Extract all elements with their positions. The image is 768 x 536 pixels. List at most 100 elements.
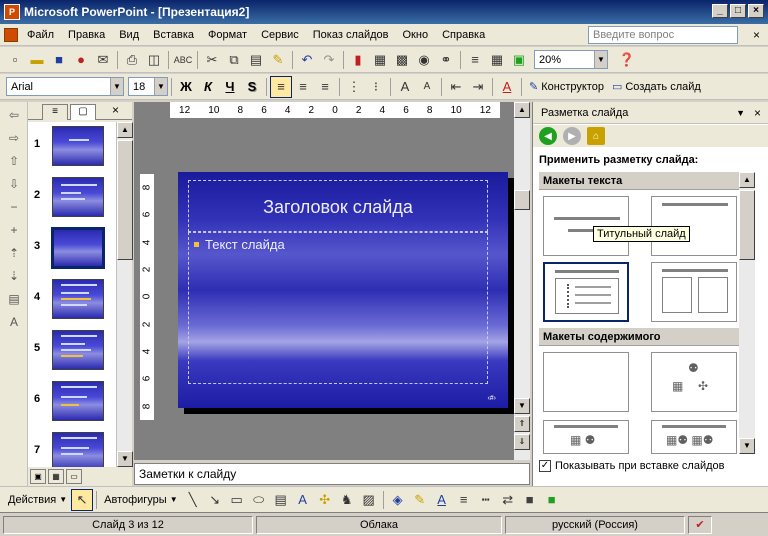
redo-icon[interactable]: ↷ — [318, 49, 340, 71]
shadow-button[interactable]: S — [241, 76, 263, 98]
layout-two-content[interactable]: ▦⚉ ▦⚉ — [651, 420, 737, 454]
undo-icon[interactable]: ↶ — [296, 49, 318, 71]
format-painter-icon[interactable]: ✎ — [267, 49, 289, 71]
slide-scrollbar[interactable]: ▲ ▼ ⇑ ⇓ — [514, 102, 530, 460]
minimize-button[interactable]: _ — [712, 4, 728, 18]
save-icon[interactable]: ■ — [48, 49, 70, 71]
decrease-indent-icon[interactable]: ⇤ — [445, 76, 467, 98]
line-color-icon[interactable]: ✎ — [409, 489, 431, 511]
menu-insert[interactable]: Вставка — [146, 29, 201, 41]
expand-all-icon[interactable]: ≡ — [464, 49, 486, 71]
tab-slides[interactable]: ▢ — [70, 104, 96, 120]
layout-title-content[interactable]: ▦ ⚉ — [543, 420, 629, 454]
slide-canvas[interactable]: Заголовок слайда Текст слайда ‹#› — [178, 172, 508, 408]
line-icon[interactable]: ╲ — [182, 489, 204, 511]
hyperlink-icon[interactable]: ⚭ — [435, 49, 457, 71]
align-center-icon[interactable]: ≡ — [292, 76, 314, 98]
rectangle-icon[interactable]: ▭ — [226, 489, 248, 511]
select-pointer-icon[interactable]: ↖ — [71, 488, 94, 511]
show-on-insert-checkbox[interactable]: ✓ — [539, 460, 551, 472]
arrow-left-icon[interactable]: ⇦ — [3, 105, 25, 125]
expand-icon[interactable]: + — [3, 220, 25, 240]
designer-button[interactable]: ✎ Конструктор — [525, 80, 608, 94]
increase-indent-icon[interactable]: ⇥ — [467, 76, 489, 98]
help-icon[interactable]: ❓ — [616, 49, 638, 71]
paste-icon[interactable]: ▤ — [245, 49, 267, 71]
notes-field[interactable]: Заметки к слайду — [134, 463, 530, 485]
picture-icon[interactable]: ▨ — [358, 489, 380, 511]
fill-color-icon[interactable]: ◈ — [387, 489, 409, 511]
summary-slide-icon[interactable]: ▤ — [3, 289, 25, 309]
thumbnail-scrollbar[interactable]: ▲ ▼ — [116, 122, 133, 467]
previous-slide-icon[interactable]: ⇑ — [514, 416, 530, 432]
arrow-up-icon[interactable]: ⇧ — [3, 151, 25, 171]
color-grayscale-icon[interactable]: ▣ — [508, 49, 530, 71]
menu-window[interactable]: Окно — [396, 29, 436, 41]
arrow-icon[interactable]: ↘ — [204, 489, 226, 511]
arrow-right-icon[interactable]: ⇨ — [3, 128, 25, 148]
slide-thumbnail[interactable]: 6 — [28, 379, 116, 429]
menu-slideshow[interactable]: Показ слайдов — [306, 29, 396, 41]
menu-format[interactable]: Формат — [201, 29, 254, 41]
spelling-status-icon[interactable]: ✔ — [688, 515, 712, 534]
print-icon[interactable]: ⎙ — [121, 49, 143, 71]
new-document-icon[interactable]: ▫ — [4, 49, 26, 71]
show-on-insert-option[interactable]: ✓ Показывать при вставке слайдов — [539, 460, 725, 472]
expand-all-icon[interactable]: ⇣ — [3, 266, 25, 286]
insert-chart-icon[interactable]: ▮ — [347, 49, 369, 71]
close-panel-icon[interactable]: × — [112, 103, 119, 117]
permission-icon[interactable]: ● — [70, 49, 92, 71]
back-icon[interactable]: ◀ — [539, 127, 557, 145]
close-icon[interactable]: × — [754, 106, 761, 120]
italic-button[interactable]: К — [197, 76, 219, 98]
chevron-down-icon[interactable]: ▼ — [736, 108, 745, 118]
clipart-icon[interactable]: ♞ — [336, 489, 358, 511]
arrow-style-icon[interactable]: ⇄ — [497, 489, 519, 511]
shadow-style-icon[interactable]: ■ — [519, 489, 541, 511]
print-preview-icon[interactable]: ◫ — [143, 49, 165, 71]
forward-icon[interactable]: ▶ — [563, 127, 581, 145]
underline-button[interactable]: Ч — [219, 76, 241, 98]
next-slide-icon[interactable]: ⇓ — [514, 434, 530, 450]
scroll-thumb[interactable] — [739, 190, 755, 260]
close-document-icon[interactable]: × — [753, 28, 760, 42]
dash-style-icon[interactable]: ┅ — [475, 489, 497, 511]
menu-view[interactable]: Вид — [112, 29, 146, 41]
font-size-select[interactable]: 18 ▼ — [128, 77, 168, 96]
document-icon[interactable] — [4, 27, 18, 42]
show-grid-icon[interactable]: ▦ — [486, 49, 508, 71]
actions-menu-button[interactable]: Действия ▼ — [4, 494, 71, 506]
scroll-down-icon[interactable]: ▼ — [117, 451, 133, 467]
oval-icon[interactable]: ⬭ — [248, 489, 270, 511]
help-search-input[interactable]: Введите вопрос — [588, 26, 738, 44]
textbox-icon[interactable]: ▤ — [270, 489, 292, 511]
align-left-icon[interactable]: ≡ — [270, 75, 292, 98]
task-pane-scrollbar[interactable]: ▲ ▼ — [739, 172, 755, 454]
maximize-button[interactable]: □ — [730, 4, 746, 18]
slide-title-placeholder[interactable]: Заголовок слайда — [188, 180, 488, 232]
decrease-font-icon[interactable]: A — [416, 76, 438, 98]
scroll-thumb[interactable] — [514, 190, 530, 210]
scroll-down-icon[interactable]: ▼ — [739, 438, 755, 454]
scroll-up-icon[interactable]: ▲ — [514, 102, 530, 118]
slide-thumbnail[interactable]: 3 — [28, 226, 116, 276]
normal-view-icon[interactable]: ▣ — [30, 469, 46, 484]
collapse-icon[interactable]: − — [3, 197, 25, 217]
cut-icon[interactable]: ✂ — [201, 49, 223, 71]
layout-two-column-text[interactable] — [651, 262, 737, 322]
slide-body-placeholder[interactable]: Текст слайда — [188, 232, 488, 384]
slide-thumbnail[interactable]: 5 — [28, 328, 116, 378]
copy-icon[interactable]: ⧉ — [223, 49, 245, 71]
font-color-icon[interactable]: A — [496, 76, 518, 98]
powerpoint-app-icon[interactable]: P — [4, 4, 20, 20]
slide-thumbnail[interactable]: 4 — [28, 277, 116, 327]
home-icon[interactable]: ⌂ — [587, 127, 605, 145]
menu-file[interactable]: Файл — [20, 29, 61, 41]
bold-button[interactable]: Ж — [175, 76, 197, 98]
close-button[interactable]: × — [748, 4, 764, 18]
collapse-all-icon[interactable]: ⇡ — [3, 243, 25, 263]
slide-thumbnail[interactable]: 1 — [28, 124, 116, 174]
menu-edit[interactable]: Правка — [61, 29, 112, 41]
bullet-list-icon[interactable]: ⁝ — [365, 76, 387, 98]
scroll-down-icon[interactable]: ▼ — [514, 398, 530, 414]
